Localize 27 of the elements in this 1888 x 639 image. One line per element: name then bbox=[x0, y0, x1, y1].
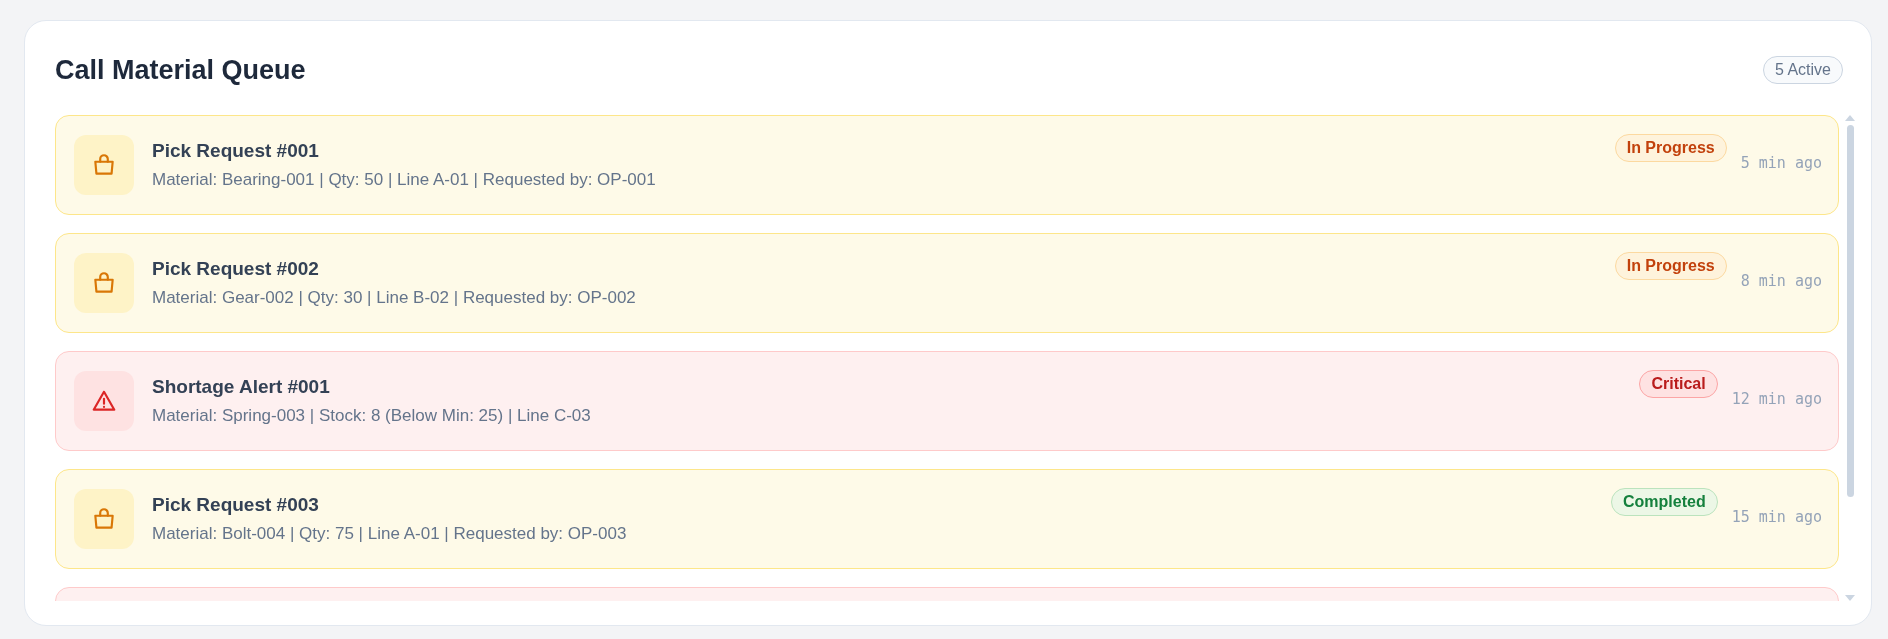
item-details: Material: Bearing-001 | Qty: 50 | Line A-01 | Requested by: OP-001 bbox=[152, 170, 657, 190]
active-count-badge: 5 Active bbox=[1762, 56, 1843, 84]
item-title: Shortage Alert #001 bbox=[152, 376, 331, 398]
time-ago: 5 min ago bbox=[1740, 154, 1822, 172]
status-badge: In Progress bbox=[1614, 252, 1727, 280]
panel-title: Call Material Queue bbox=[55, 54, 306, 86]
status-badge: Completed bbox=[1611, 488, 1718, 516]
item-details: Material: Gear-002 | Qty: 30 | Line B-02 | Requested by: OP-002 bbox=[152, 288, 637, 308]
time-ago: 8 min ago bbox=[1740, 272, 1822, 290]
item-details: Material: Bolt-004 | Qty: 75 | Line A-01 | Requested by: OP-003 bbox=[152, 524, 628, 544]
queue-item[interactable]: Pick Request #002 Material: Gear-002 | Qty: 30 | Line B-02 | Requested by: OP-002 In Progress 8 min ago bbox=[55, 233, 1839, 333]
shopping-bag-icon bbox=[74, 135, 134, 195]
item-title: Pick Request #002 bbox=[152, 258, 320, 280]
shopping-bag-icon bbox=[74, 253, 134, 313]
status-badge: In Progress bbox=[1614, 134, 1727, 162]
shopping-bag-icon bbox=[74, 489, 134, 549]
queue-item[interactable]: Pick Request #001 Material: Bearing-001 | Qty: 50 | Line A-01 | Requested by: OP-001 In Progress 5 min ago bbox=[55, 115, 1839, 215]
item-details: Material: Spring-003 | Stock: 8 (Below Min: 25) | Line C-03 bbox=[152, 406, 592, 426]
queue-item[interactable]: Shortage Alert #001 Material: Spring-003 | Stock: 8 (Below Min: 25) | Line C-03 Critical 12 min ago bbox=[55, 351, 1839, 451]
item-title: Pick Request #001 bbox=[152, 140, 320, 162]
time-ago: 12 min ago bbox=[1731, 390, 1822, 408]
queue-item[interactable]: Pick Request #003 Material: Bolt-004 | Qty: 75 | Line A-01 | Requested by: OP-003 Completed 15 min ago bbox=[55, 469, 1839, 569]
item-title: Pick Request #003 bbox=[152, 494, 320, 516]
time-ago: 15 min ago bbox=[1731, 508, 1822, 526]
scrollbar[interactable] bbox=[1845, 115, 1855, 601]
warning-icon bbox=[74, 371, 134, 431]
status-badge: Critical bbox=[1639, 370, 1718, 398]
